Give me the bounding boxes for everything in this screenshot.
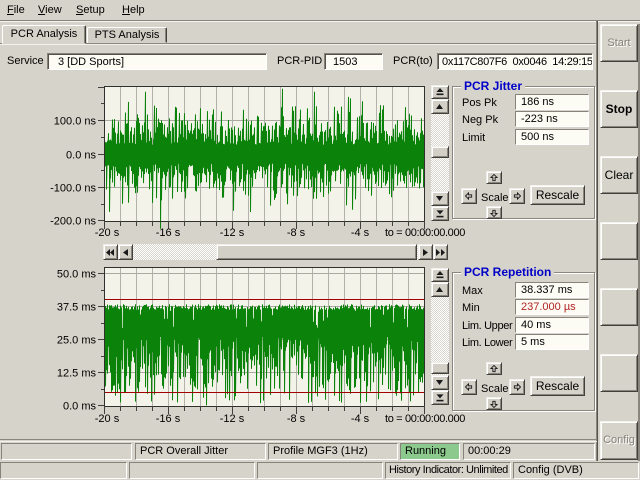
svg-text:25.0 ms: 25.0 ms — [57, 335, 97, 347]
svg-text:-16 s: -16 s — [156, 413, 181, 425]
svg-text:-200.0 ns: -200.0 ns — [50, 216, 96, 228]
svg-text:-12 s: -12 s — [220, 413, 245, 425]
svg-text:-16 s: -16 s — [156, 227, 181, 239]
svg-text:-20 s: -20 s — [95, 413, 120, 425]
svg-text:0.0 ns: 0.0 ns — [66, 150, 96, 162]
svg-text:to = 00:00:00.000: to = 00:00:00.000 — [385, 413, 465, 425]
svg-text:-12 s: -12 s — [220, 227, 245, 239]
svg-text:12.5 ms: 12.5 ms — [57, 368, 97, 380]
svg-text:to = 00:00:00.000: to = 00:00:00.000 — [385, 227, 465, 239]
svg-text:-20 s: -20 s — [95, 227, 120, 239]
svg-text:-8 s: -8 s — [287, 413, 306, 425]
svg-text:-4 s: -4 s — [351, 227, 370, 239]
svg-text:0.0 ms: 0.0 ms — [63, 401, 97, 413]
svg-text:50.0 ms: 50.0 ms — [57, 269, 97, 281]
svg-text:100.0 ns: 100.0 ns — [54, 116, 97, 128]
svg-text:37.5 ms: 37.5 ms — [57, 302, 97, 314]
svg-text:-8 s: -8 s — [287, 227, 306, 239]
svg-text:-100.0 ns: -100.0 ns — [50, 183, 96, 195]
svg-text:-4 s: -4 s — [351, 413, 370, 425]
